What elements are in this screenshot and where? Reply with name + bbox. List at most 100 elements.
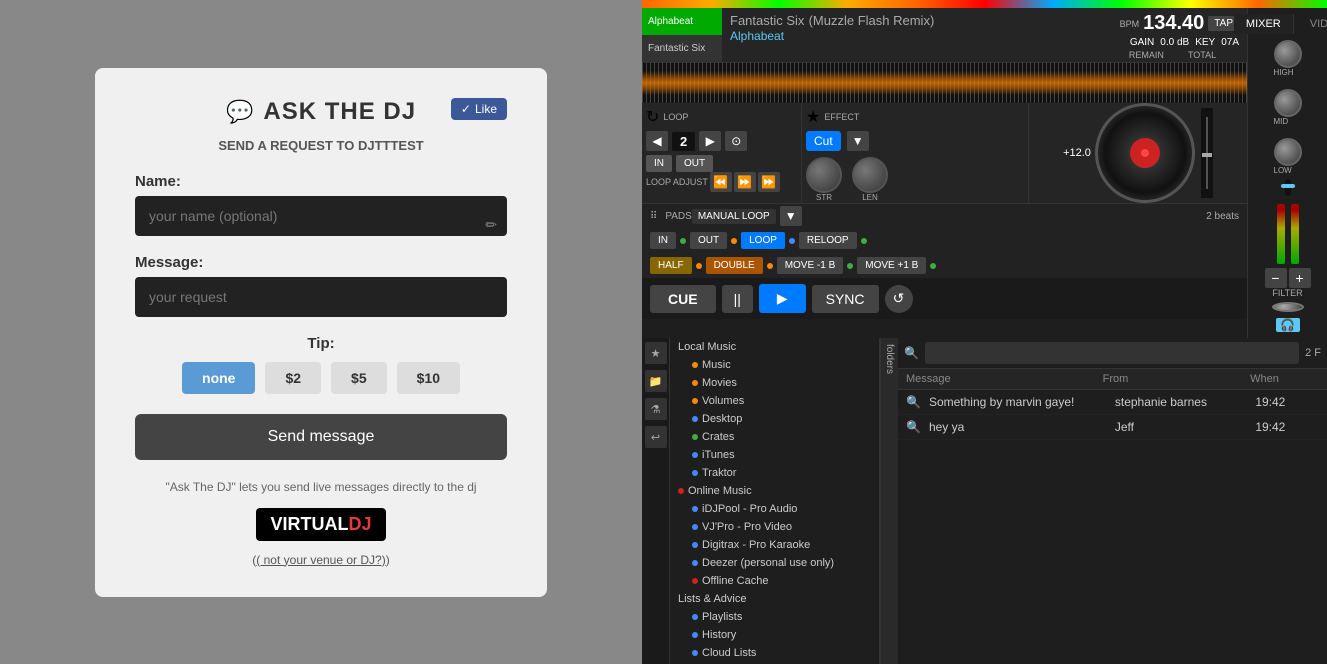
tree-item[interactable]: Offline Cache [670,572,879,590]
mid-knob[interactable] [1274,89,1302,117]
folder-icon-button[interactable]: 📁 [645,370,667,392]
gain-slider[interactable] [1285,179,1291,196]
tree-item[interactable]: Movies [670,374,879,392]
tree-item-label: Digitrax - Pro Karaoke [702,539,810,551]
move-plus-button[interactable]: MOVE +1 B [857,257,926,274]
pad-expand-button[interactable]: ▼ [780,206,802,226]
str-knob[interactable] [806,157,842,193]
headphone-button[interactable]: 🎧 [1276,318,1300,332]
half-button[interactable]: HALF [650,257,692,274]
move-minus-button[interactable]: MOVE -1 B [777,257,844,274]
table-row[interactable]: 🔍 hey ya Jeff 19:42 [898,415,1327,440]
pitch-slider[interactable] [1201,108,1213,198]
name-input[interactable] [135,196,507,236]
gain-minus-button[interactable]: − [1265,268,1287,288]
len-knob[interactable] [852,157,888,193]
filter-knob[interactable] [1272,302,1304,312]
message-input[interactable] [135,277,507,317]
pause-button[interactable]: || [722,285,753,313]
str-label: STR [806,193,842,202]
table-row[interactable]: 🔍 Something by marvin gaye! stephanie ba… [898,390,1327,415]
tree-item[interactable]: Crates [670,428,879,446]
tree-item-label: Movies [702,377,737,389]
tree-dot [692,650,698,656]
filter-icon-button[interactable]: ⚗ [645,398,667,420]
double-button[interactable]: DOUBLE [706,257,763,274]
tree-dot [692,416,698,422]
loop-return-button[interactable]: ↺ [885,285,913,313]
tree-item[interactable]: Desktop [670,410,879,428]
loop-adj-back-button[interactable]: ⏪ [710,172,732,192]
mixer-tab[interactable]: MIXER [1234,14,1294,34]
cell-message: Something by marvin gaye! [929,395,1111,409]
send-button[interactable]: Send message [135,414,507,460]
row-search-icon: 🔍 [906,420,921,434]
tree-item[interactable]: Online Music [670,482,879,500]
tip-2-button[interactable]: $2 [265,362,321,394]
favorites-icon-button[interactable]: ★ [645,342,667,364]
bpm-row: BPM 134.40 TAP [1120,12,1239,35]
tree-item[interactable]: History [670,626,879,644]
like-button[interactable]: ✓ Like [451,98,507,120]
tree-dot [692,632,698,638]
high-knob[interactable] [1274,40,1302,68]
tree-dot [692,434,698,440]
effect-select-button[interactable]: Cut [806,131,841,151]
folders-handle[interactable]: folders [880,338,898,664]
low-label: LOW [1274,166,1302,175]
name-input-wrapper: ✏ [135,196,507,254]
ml-in-button[interactable]: IN [650,232,676,249]
ml-out-button[interactable]: OUT [690,232,727,249]
action-row: HALF DOUBLE MOVE -1 B MOVE +1 B [642,253,1247,278]
loop-out-button[interactable]: OUT [676,155,713,172]
key-label: KEY [1195,37,1215,48]
search-input[interactable] [925,342,1299,364]
turntable[interactable] [1095,103,1195,203]
loop-adj-step-button[interactable]: ⏩ [734,172,756,192]
loop-next-button[interactable]: ▶ [699,131,721,151]
tree-dot [692,578,698,584]
low-knob[interactable] [1274,138,1302,166]
ask-dj-card: 💬 ASK THE DJ ✓ Like SEND A REQUEST TO DJ… [95,68,547,597]
transport-row: CUE || ▶ SYNC ↺ [642,278,1247,319]
tree-item[interactable]: iDJPool - Pro Audio [670,500,879,518]
loop-prev-button[interactable]: ◀ [646,131,668,151]
tree-item[interactable]: Music [670,356,879,374]
arrow-icon-button[interactable]: ↩ [645,426,667,448]
pitch-thumb [1202,153,1212,157]
sync-button[interactable]: SYNC [812,285,879,313]
tree-item[interactable]: Lists & Advice [670,590,879,608]
tip-5-button[interactable]: $5 [331,362,387,394]
tree-item[interactable]: Digitrax - Pro Karaoke [670,536,879,554]
ml-loop-button[interactable]: LOOP [741,232,785,249]
tree-item[interactable]: Cloud Lists [670,644,879,662]
track-stats-col: BPM 134.40 TAP GAIN 0.0 dB KEY 07A REMAI… [1112,8,1247,62]
gain-plus-button[interactable]: + [1289,268,1311,288]
play-button[interactable]: ▶ [759,284,806,313]
tree-item[interactable]: Traktor [670,464,879,482]
cell-from: Jeff [1115,420,1251,434]
tree-item[interactable]: Playlists [670,608,879,626]
not-your-venue-link[interactable]: ( not your venue or DJ?) [256,553,385,567]
pad-mode-select[interactable]: MANUAL LOOP [692,209,776,224]
tree-item[interactable]: iTunes [670,446,879,464]
beats-label: 2 beats [1206,211,1239,222]
gain-thumb [1281,184,1295,188]
tree-item[interactable]: Deezer (personal use only) [670,554,879,572]
tip-none-button[interactable]: none [182,362,255,394]
effect-expand-button[interactable]: ▼ [847,131,869,151]
tree-item[interactable]: VJ'Pro - Pro Video [670,518,879,536]
tree-item[interactable]: Volumes [670,392,879,410]
tip-10-button[interactable]: $10 [397,362,460,394]
tree-item[interactable]: Local Music [670,338,879,356]
loop-in-button[interactable]: IN [646,155,672,172]
loop-snap-button[interactable]: ⊙ [725,131,747,151]
cue-button[interactable]: CUE [650,285,716,313]
turntable-area: +12.0 [1029,103,1247,203]
loop-adj-fwd-button[interactable]: ⏩ [758,172,780,192]
tree-item-label: History [702,629,736,641]
ml-reloop-button[interactable]: RELOOP [799,232,857,249]
vid-tab[interactable]: VID [1298,14,1327,34]
mixer-tabs: MIXER VID [1234,14,1327,34]
left-panel: 💬 ASK THE DJ ✓ Like SEND A REQUEST TO DJ… [0,0,642,664]
